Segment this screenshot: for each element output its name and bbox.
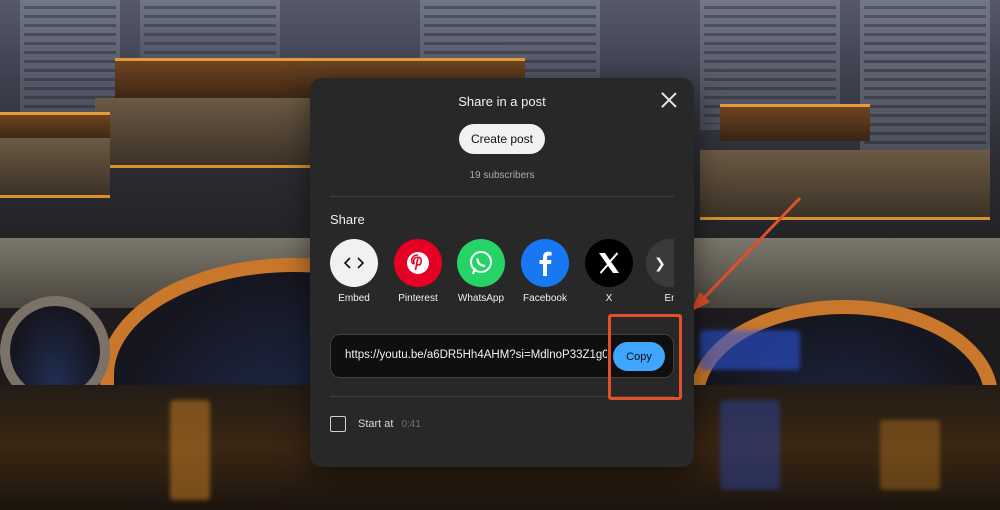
annotation-highlight-box [608,314,682,400]
share-target-label: Embed [338,293,370,304]
close-icon[interactable] [658,89,680,111]
start-at-time: 0:41 [401,418,421,430]
start-at-label: Start at [358,418,394,430]
share-targets: Embed Pinterest WhatsApp Facebook X E [330,239,674,311]
whatsapp-icon [457,239,505,287]
share-target-label: Facebook [523,293,567,304]
share-target-label: Pinterest [398,293,438,304]
facebook-icon [521,239,569,287]
share-target-whatsapp[interactable]: WhatsApp [453,239,509,304]
share-target-facebook[interactable]: Facebook [517,239,573,304]
share-target-x[interactable]: X [581,239,637,304]
share-target-label: X [605,293,613,304]
divider [330,196,674,197]
embed-icon [330,239,378,287]
chevron-right-icon: ❯ [654,254,666,271]
dialog-title: Share in a post [458,94,546,109]
pinterest-icon [394,239,442,287]
share-url: https://youtu.be/a6DR5Hh4AHM?si=MdlnoP33… [345,349,607,361]
share-target-embed[interactable]: Embed [330,239,382,304]
start-at-option: Start at 0:41 [330,416,421,432]
share-target-label: Em [664,293,675,304]
share-dialog: Share in a post Create post 19 subscribe… [310,78,694,467]
create-post-button[interactable]: Create post [459,124,545,154]
share-heading: Share [330,212,365,227]
start-at-checkbox[interactable] [330,416,346,432]
x-icon [585,239,633,287]
share-target-pinterest[interactable]: Pinterest [390,239,446,304]
share-target-label: WhatsApp [457,293,505,304]
subscriber-count: 19 subscribers [469,170,535,181]
